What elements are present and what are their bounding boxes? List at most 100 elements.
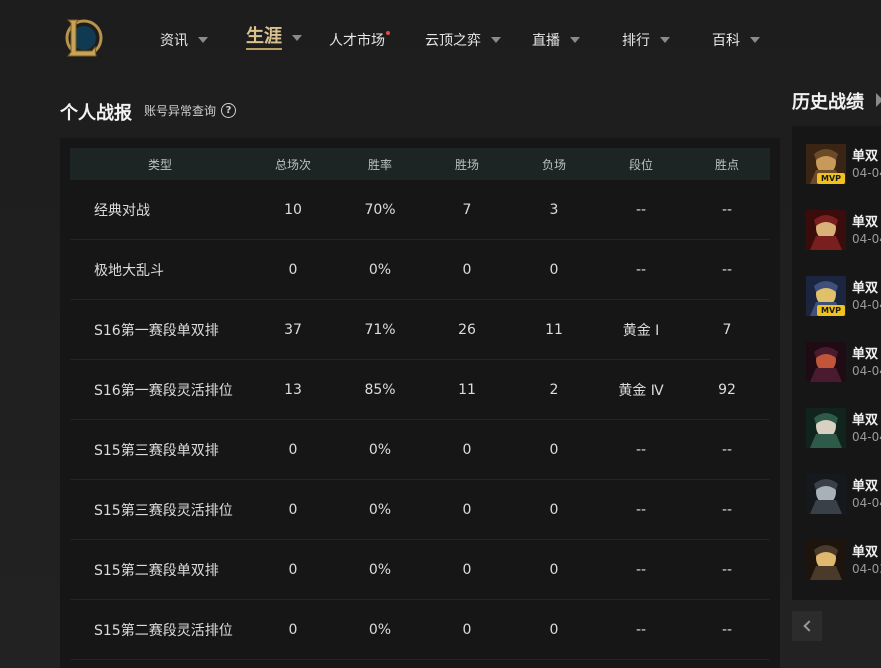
cell-type: S16第一赛段单双排: [94, 322, 219, 339]
cell-type: S15第二赛段单双排: [94, 562, 219, 579]
page: 资讯 生涯 人才市场 云顶之弈 直播 排行 百科 个人战报 账号异常查询 ? 类…: [0, 0, 881, 668]
table-row: 经典对战 10 70% 7 3 -- --: [70, 180, 770, 240]
history-match-item[interactable]: 单双 04-04: [806, 210, 881, 254]
mvp-badge: MVP: [817, 305, 845, 316]
caret-down-icon: [292, 35, 302, 41]
cell-tier: --: [635, 621, 647, 638]
column-header-total: 总场次: [274, 157, 311, 172]
mvp-badge: MVP: [817, 173, 845, 184]
nav-item-label: 百科: [712, 33, 740, 49]
stats-table-body: 经典对战 10 70% 7 3 -- -- 极地大乱斗 0 0% 0 0 -- -- S16第一赛段单双排 3…: [70, 180, 770, 660]
history-title: 历史战绩: [792, 92, 864, 113]
cell-lp: --: [721, 201, 733, 218]
chevron-left-icon: [802, 620, 815, 632]
cell-lp: --: [721, 441, 733, 458]
cell-tier: 黄金 Ⅰ: [622, 322, 660, 339]
cell-tier: --: [635, 441, 647, 458]
nav-item-label: 直播: [532, 33, 560, 49]
cell-tier: 黄金 Ⅳ: [618, 382, 664, 399]
nav-item-label: 云顶之弈: [425, 33, 481, 49]
nav-item-label: 人才市场: [329, 33, 385, 49]
cell-lp: --: [721, 501, 733, 518]
cell-type: S16第一赛段灵活排位: [94, 382, 233, 399]
stats-panel: 类型 总场次 胜率 胜场 负场 段位 胜点 经典对战 10 70% 7 3 -- -- 极地大…: [60, 138, 780, 668]
cell-wins: 0: [462, 441, 472, 458]
history-match-item[interactable]: 单双 04-04: [806, 474, 881, 518]
history-more-arrow-icon[interactable]: [876, 93, 881, 107]
help-icon[interactable]: ?: [221, 103, 237, 118]
nav-item-ranking[interactable]: 排行: [622, 28, 670, 52]
match-mode: 单双: [852, 545, 879, 560]
nav-item-wiki[interactable]: 百科: [712, 28, 760, 52]
nav-item-career[interactable]: 生涯: [246, 26, 302, 50]
nav-item-talent-market[interactable]: 人才市场: [329, 28, 390, 52]
match-date: 04-03: [852, 562, 881, 576]
account-check-label: 账号异常查询: [144, 104, 217, 118]
history-match-item[interactable]: MVP 单双 04-04: [806, 276, 881, 320]
cell-lp: --: [721, 561, 733, 578]
nav-item-news[interactable]: 资讯: [160, 28, 208, 52]
table-row: S15第二赛段灵活排位 0 0% 0 0 -- --: [70, 600, 770, 660]
history-match-item[interactable]: 单双 04-03: [806, 540, 881, 584]
cell-losses: 0: [549, 261, 559, 278]
nav-item-label: 资讯: [160, 33, 188, 49]
cell-tier: --: [635, 561, 647, 578]
caret-down-icon: [198, 37, 208, 43]
cell-lp: --: [721, 261, 733, 278]
match-mode: 单双: [852, 281, 879, 296]
history-match-item[interactable]: 单双 04-04: [806, 342, 881, 386]
column-header-wins: 胜场: [454, 157, 479, 172]
cell-lp: 92: [718, 381, 736, 398]
match-date: 04-04: [852, 166, 881, 180]
column-header-type: 类型: [147, 157, 172, 172]
stats-table-header: 类型 总场次 胜率 胜场 负场 段位 胜点: [70, 148, 770, 180]
match-date: 04-04: [852, 430, 881, 444]
league-logo-icon[interactable]: [62, 16, 104, 60]
history-match-item[interactable]: MVP 单双 04-04: [806, 144, 881, 188]
cell-wins: 0: [462, 261, 472, 278]
table-row: S16第一赛段单双排 37 71% 26 11 黄金 Ⅰ 7: [70, 300, 770, 360]
cell-total: 10: [284, 201, 302, 218]
history-match-item[interactable]: 单双 04-04: [806, 408, 881, 452]
champion-portrait-icon: [806, 474, 846, 514]
account-check-link[interactable]: 账号异常查询 ?: [144, 102, 237, 119]
history-panel: MVP 单双 04-04 单双 04-04 MVP 单双 04-04 单双 04-04 单双 04-0…: [792, 126, 881, 600]
history-prev-button[interactable]: [792, 611, 822, 641]
column-header-lp: 胜点: [714, 157, 739, 172]
cell-winrate: 0%: [368, 261, 392, 278]
cell-wins: 26: [458, 321, 476, 338]
champion-portrait-icon: [806, 540, 846, 580]
cell-wins: 7: [462, 201, 472, 218]
cell-wins: 0: [462, 501, 472, 518]
cell-tier: --: [635, 261, 647, 278]
champion-portrait-icon: [806, 210, 846, 250]
cell-lp: 7: [722, 321, 732, 338]
match-date: 04-04: [852, 364, 881, 378]
cell-type: 经典对战: [94, 202, 150, 219]
cell-winrate: 0%: [368, 441, 392, 458]
column-header-tier: 段位: [628, 157, 653, 172]
match-mode: 单双: [852, 149, 879, 164]
cell-losses: 3: [549, 201, 559, 218]
cell-tier: --: [635, 201, 647, 218]
cell-winrate: 0%: [368, 621, 392, 638]
stats-title: 个人战报: [60, 103, 132, 124]
cell-winrate: 85%: [364, 381, 396, 398]
cell-wins: 0: [462, 621, 472, 638]
cell-lp: --: [721, 621, 733, 638]
cell-total: 37: [284, 321, 302, 338]
cell-losses: 0: [549, 501, 559, 518]
cell-losses: 11: [545, 321, 563, 338]
nav-item-label: 生涯: [246, 26, 282, 50]
nav-item-live[interactable]: 直播: [532, 28, 580, 52]
cell-losses: 0: [549, 441, 559, 458]
nav-item-tft[interactable]: 云顶之弈: [425, 28, 501, 52]
cell-wins: 11: [458, 381, 476, 398]
cell-winrate: 0%: [368, 561, 392, 578]
champion-portrait-icon: [806, 342, 846, 382]
column-header-losses: 负场: [541, 157, 566, 172]
match-date: 04-04: [852, 232, 881, 246]
notification-dot: [386, 31, 390, 35]
cell-losses: 2: [549, 381, 559, 398]
cell-wins: 0: [462, 561, 472, 578]
